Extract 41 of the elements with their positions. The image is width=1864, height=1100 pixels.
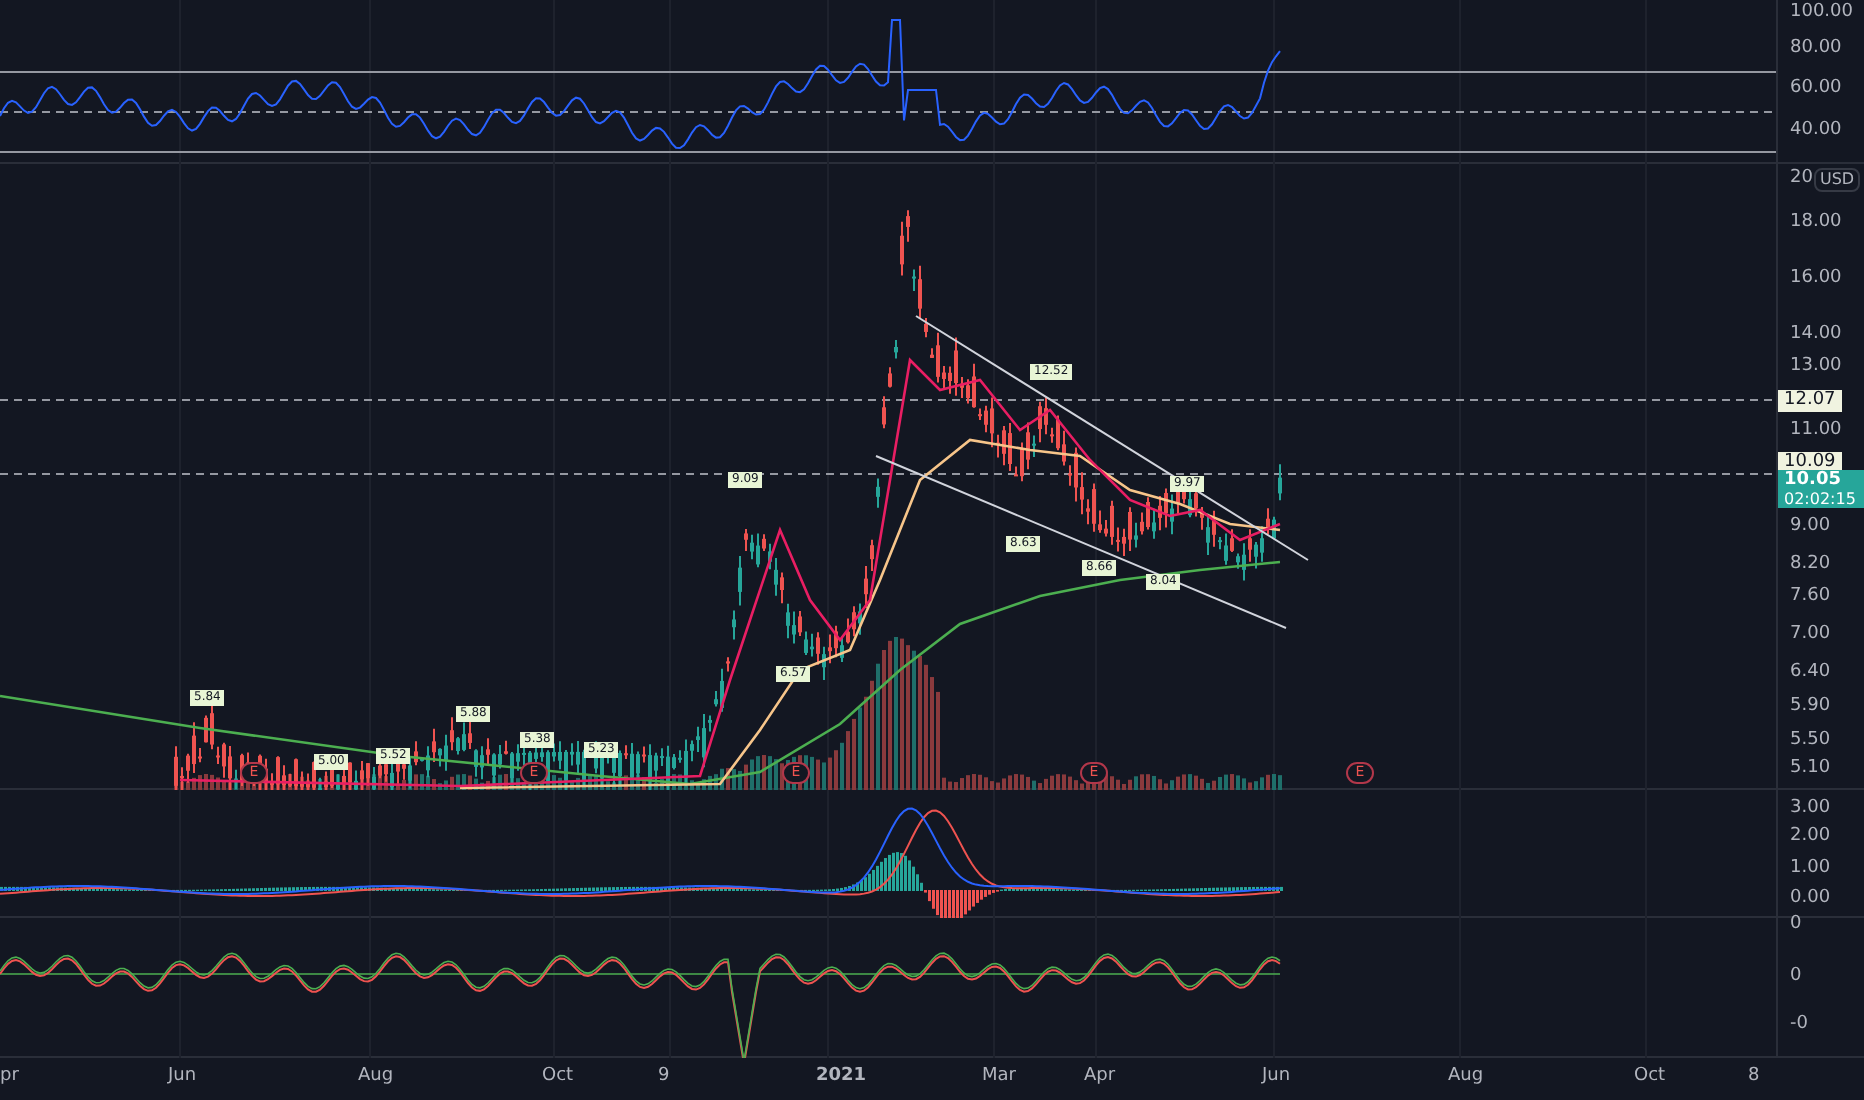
axis-label: 80.00: [1790, 40, 1842, 58]
axis-label: 2.00: [1790, 828, 1831, 846]
axis-label: 14.00: [1790, 326, 1842, 344]
axis-label: 1.00: [1790, 860, 1831, 878]
time-label: Aug: [358, 1068, 394, 1086]
axis-label: 11.00: [1790, 422, 1842, 440]
axis-label: 5.50: [1790, 732, 1831, 750]
time-label: 2021: [816, 1068, 867, 1086]
axis-label: -0: [1790, 1016, 1808, 1034]
axis-label: 18.00: [1790, 214, 1842, 232]
axis-label: 100.00: [1790, 4, 1853, 22]
time-label: Mar: [982, 1068, 1016, 1086]
axis-label: 7.00: [1790, 626, 1831, 644]
axis-label: 0: [1790, 968, 1802, 986]
axis-label: 0.00: [1790, 890, 1831, 908]
axis-label: 9.00: [1790, 518, 1831, 536]
axis-label: 13.00: [1790, 358, 1842, 376]
time-label: Oct: [542, 1068, 574, 1086]
axis-label: 0: [1790, 916, 1802, 934]
time-label: Oct: [1634, 1068, 1666, 1086]
time-label: 8: [1748, 1068, 1760, 1086]
time-label: Apr: [1084, 1068, 1116, 1086]
axis-label: 40.00: [1790, 122, 1842, 140]
last-price: 10.05: [1784, 470, 1843, 490]
time-label: Jun: [1262, 1068, 1291, 1086]
time-label: Jun: [168, 1068, 197, 1086]
axis-label: 7.60: [1790, 588, 1831, 606]
currency-label: USD: [1814, 168, 1861, 192]
price-tag: 12.07: [1778, 390, 1842, 412]
axis-label: 20: [1790, 170, 1813, 188]
time-label: 9: [658, 1068, 670, 1086]
axis-label: 60.00: [1790, 80, 1842, 98]
time-label: pr: [0, 1068, 19, 1086]
axis-label: 16.00: [1790, 270, 1842, 288]
axis-label: 5.90: [1790, 698, 1831, 716]
axis-label: 6.40: [1790, 664, 1831, 682]
axis-label: 8.20: [1790, 556, 1831, 574]
countdown-timer: 02:02:15: [1784, 490, 1858, 508]
axis-label: 3.00: [1790, 800, 1831, 818]
axis-label: 5.10: [1790, 760, 1831, 778]
time-label: Aug: [1448, 1068, 1484, 1086]
